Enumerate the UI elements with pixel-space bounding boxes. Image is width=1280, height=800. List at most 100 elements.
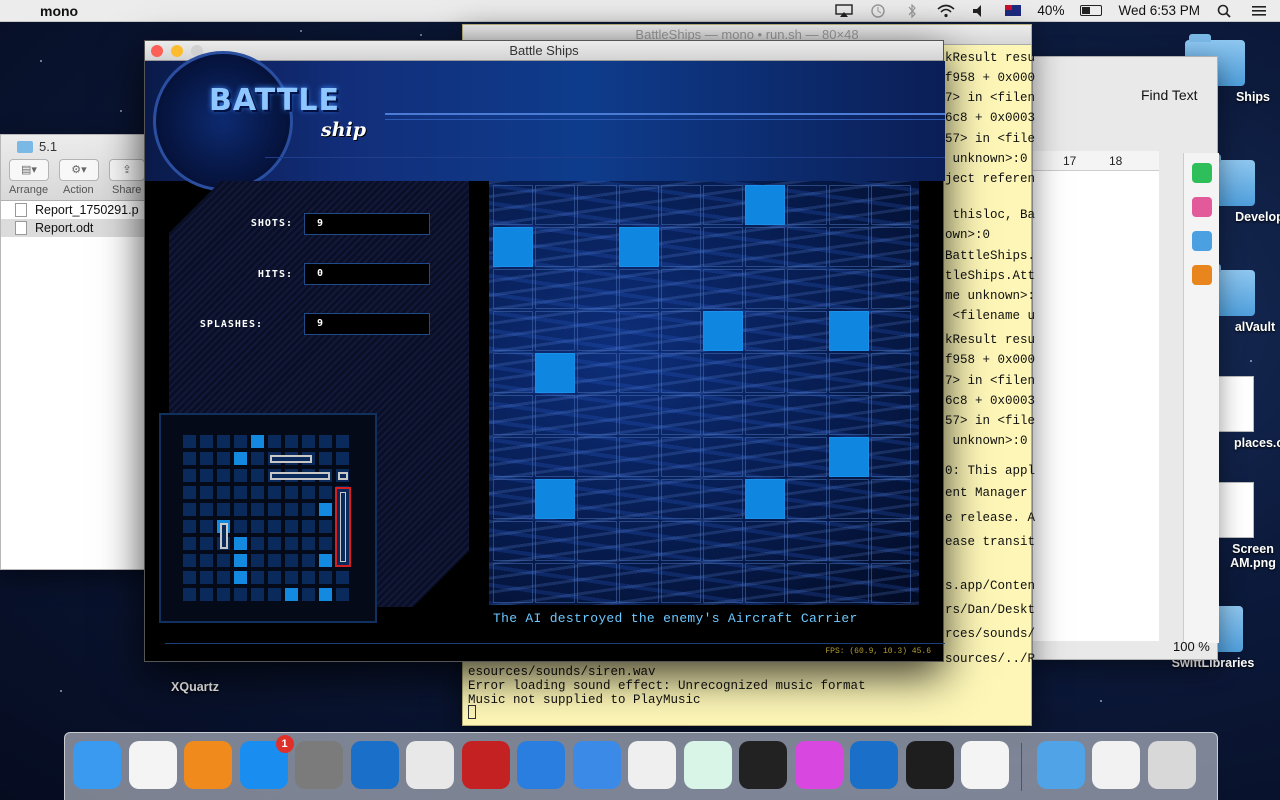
gallery-icon[interactable] — [1191, 197, 1212, 217]
action-button[interactable]: ⚙▾ — [59, 159, 99, 181]
file-row[interactable]: Report_1750291.p — [1, 201, 159, 219]
ocean-cell[interactable] — [787, 395, 827, 435]
ocean-cell[interactable] — [871, 563, 911, 603]
ocean-cell[interactable] — [535, 227, 575, 267]
compass-icon[interactable] — [1191, 265, 1212, 285]
ocean-cell[interactable] — [745, 395, 785, 435]
ibooks-icon[interactable] — [184, 741, 232, 789]
ocean-cell[interactable] — [661, 437, 701, 477]
arrange-button[interactable]: ▤▾ — [9, 159, 49, 181]
file-row[interactable]: Report.odt — [1, 219, 159, 237]
ocean-cell[interactable] — [871, 311, 911, 351]
ocean-cell[interactable] — [703, 521, 743, 561]
ocean-cell[interactable] — [871, 227, 911, 267]
ocean-cell[interactable] — [829, 227, 869, 267]
zoom-level[interactable]: 100 % — [1173, 639, 1210, 654]
ocean-cell[interactable] — [829, 395, 869, 435]
ocean-cell[interactable] — [661, 395, 701, 435]
ocean-cell-hit[interactable] — [829, 311, 869, 351]
ocean-cell[interactable] — [787, 353, 827, 393]
ocean-cell[interactable] — [703, 437, 743, 477]
menubar-clock[interactable]: Wed 6:53 PM — [1118, 3, 1200, 18]
ocean-cell[interactable] — [577, 185, 617, 225]
acrobat-icon[interactable] — [739, 741, 787, 789]
ocean-cell[interactable] — [661, 185, 701, 225]
document-page[interactable] — [1033, 171, 1159, 641]
ocean-cell[interactable] — [535, 395, 575, 435]
airplay-icon[interactable] — [835, 3, 854, 18]
appstore-icon[interactable]: 1 — [239, 735, 294, 789]
ocean-cell[interactable] — [535, 185, 575, 225]
ocean-cell[interactable] — [661, 521, 701, 561]
ocean-cell[interactable] — [619, 479, 659, 519]
ocean-cell[interactable] — [577, 437, 617, 477]
ocean-cell[interactable] — [493, 185, 533, 225]
ocean-cell[interactable] — [535, 269, 575, 309]
ocean-cell[interactable] — [829, 563, 869, 603]
ocean-cell[interactable] — [787, 227, 827, 267]
ocean-cell[interactable] — [787, 479, 827, 519]
ocean-cell[interactable] — [871, 185, 911, 225]
ocean-cell[interactable] — [493, 395, 533, 435]
ocean-cell[interactable] — [745, 353, 785, 393]
openoffice-icon[interactable] — [350, 741, 399, 789]
styles-icon[interactable] — [1191, 163, 1212, 183]
ocean-cell[interactable] — [577, 395, 617, 435]
ocean-cell[interactable] — [787, 521, 827, 561]
ocean-cell[interactable] — [871, 269, 911, 309]
ocean-cell[interactable] — [619, 311, 659, 351]
input-source-flag-icon[interactable] — [1005, 5, 1022, 16]
ocean-cell[interactable] — [661, 227, 701, 267]
trash-icon[interactable] — [1147, 741, 1196, 789]
navigator-icon[interactable] — [1191, 231, 1212, 251]
terminal-cursor[interactable] — [468, 705, 476, 719]
ocean-cell[interactable] — [493, 353, 533, 393]
screenshot-file-icon[interactable] — [1092, 741, 1140, 789]
ocean-cell[interactable] — [535, 437, 575, 477]
openoffice-2-icon[interactable] — [850, 741, 898, 789]
ocean-cell[interactable] — [661, 311, 701, 351]
bluetooth-icon[interactable] — [903, 3, 921, 18]
ocean-cell[interactable] — [703, 227, 743, 267]
ocean-cell[interactable] — [619, 353, 659, 393]
ocean-cell[interactable] — [745, 269, 785, 309]
app-menu-title[interactable]: mono — [40, 3, 78, 19]
mono-icon[interactable] — [461, 741, 510, 789]
wifi-icon[interactable] — [937, 4, 955, 18]
ocean-cell[interactable] — [661, 563, 701, 603]
ocean-cell[interactable] — [871, 521, 911, 561]
ocean-cell[interactable] — [577, 269, 617, 309]
ocean-cell[interactable] — [829, 479, 869, 519]
ocean-cell[interactable] — [577, 353, 617, 393]
daisydisk-icon[interactable] — [794, 741, 843, 789]
document-icon[interactable] — [961, 741, 1009, 789]
xcode-simulator-icon[interactable] — [517, 741, 565, 789]
ocean-cell[interactable] — [619, 521, 659, 561]
xamarin-icon[interactable] — [628, 741, 676, 789]
ocean-cell-hit[interactable] — [829, 437, 869, 477]
ocean-cell[interactable] — [787, 563, 827, 603]
ocean-cell[interactable] — [493, 437, 533, 477]
atom-icon[interactable] — [683, 741, 732, 789]
ocean-cell[interactable] — [871, 437, 911, 477]
ocean-cell[interactable] — [871, 395, 911, 435]
system-preferences-icon[interactable] — [295, 741, 343, 789]
ocean-cell[interactable] — [661, 353, 701, 393]
ocean-cell[interactable] — [829, 353, 869, 393]
ocean-cell[interactable] — [619, 269, 659, 309]
ocean-cell-hit[interactable] — [703, 311, 743, 351]
ocean-cell[interactable] — [703, 185, 743, 225]
find-text-button[interactable]: Find Text — [1141, 87, 1198, 103]
ocean-cell[interactable] — [493, 521, 533, 561]
ocean-cell[interactable] — [703, 479, 743, 519]
ocean-cell[interactable] — [871, 353, 911, 393]
ocean-cell[interactable] — [829, 185, 869, 225]
ocean-cell[interactable] — [829, 269, 869, 309]
ocean-cell[interactable] — [787, 311, 827, 351]
ocean-cell[interactable] — [703, 353, 743, 393]
ocean-cell[interactable] — [619, 563, 659, 603]
battery-percent[interactable]: 40% — [1037, 3, 1064, 18]
minimize-button[interactable] — [171, 45, 183, 57]
ocean-cell[interactable] — [577, 479, 617, 519]
finder-icon[interactable] — [73, 741, 121, 789]
